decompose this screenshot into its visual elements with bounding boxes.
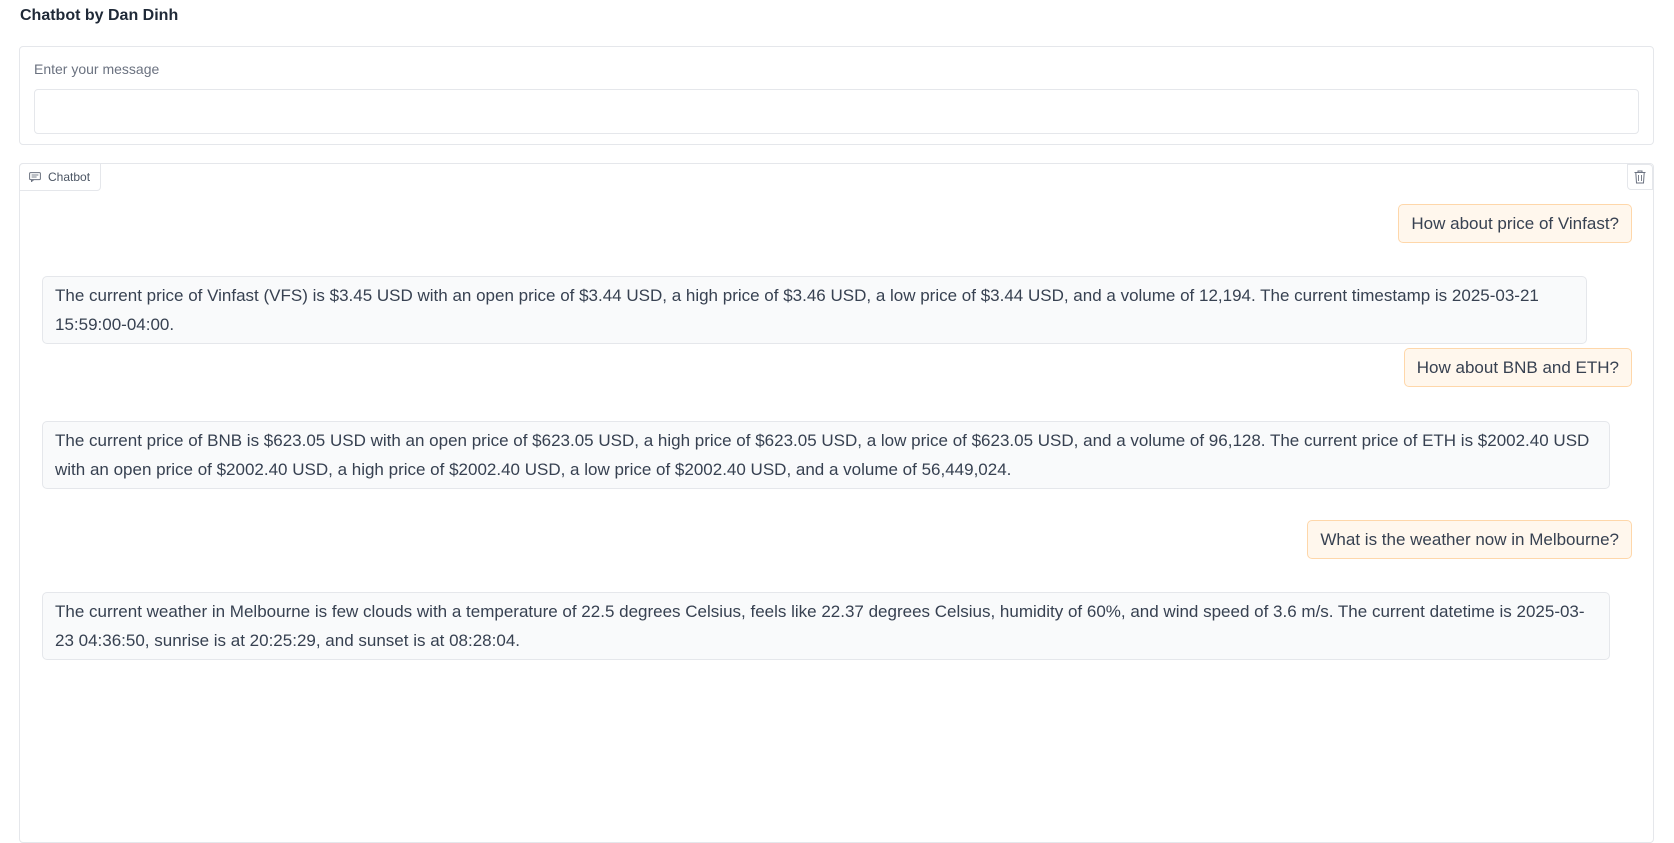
user-message: What is the weather now in Melbourne? xyxy=(1307,520,1632,559)
bot-message: The current price of BNB is $623.05 USD … xyxy=(42,421,1610,489)
chatbot-panel: Chatbot How about price of Vinfast? The … xyxy=(19,163,1654,843)
bot-message: The current price of Vinfast (VFS) is $3… xyxy=(42,276,1587,344)
trash-icon xyxy=(1634,170,1646,184)
message-input-panel: Enter your message xyxy=(19,46,1654,145)
app-title: Chatbot by Dan Dinh xyxy=(20,7,179,24)
message-input-label: Enter your message xyxy=(34,61,160,77)
chatbot-label-badge: Chatbot xyxy=(19,163,102,191)
bot-message: The current weather in Melbourne is few … xyxy=(42,592,1610,660)
message-input[interactable] xyxy=(34,89,1639,134)
user-message: How about price of Vinfast? xyxy=(1398,204,1632,243)
chat-bubble-icon xyxy=(29,172,41,182)
chatbot-label: Chatbot xyxy=(48,170,91,184)
clear-chat-button[interactable] xyxy=(1627,164,1653,190)
user-message: How about BNB and ETH? xyxy=(1403,348,1632,387)
